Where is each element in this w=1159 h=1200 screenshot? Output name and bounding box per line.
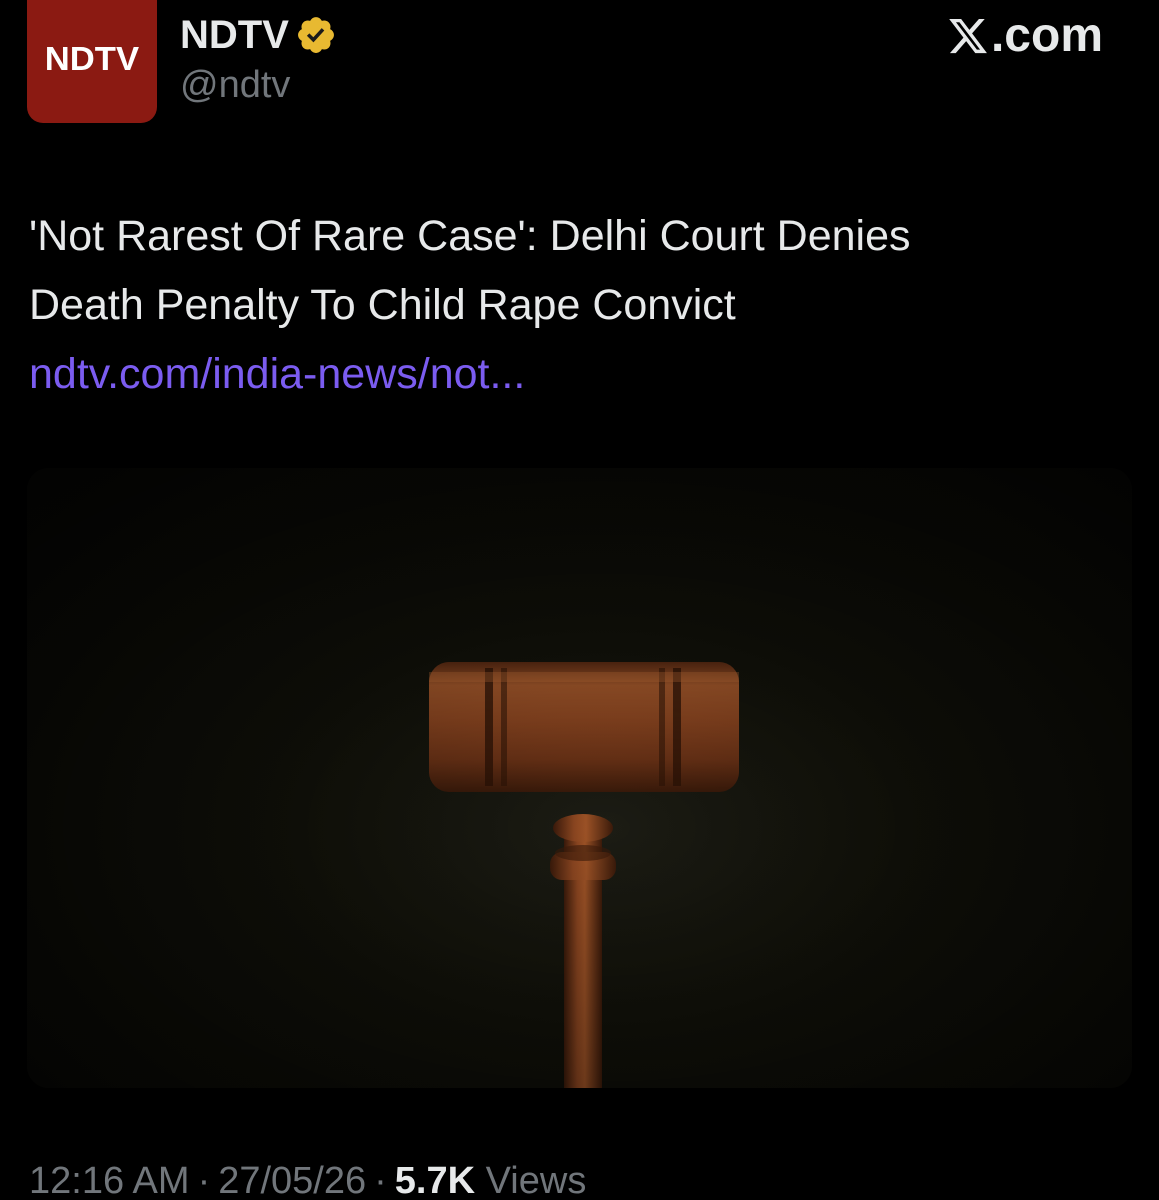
author-display-name[interactable]: NDTV: [180, 15, 289, 55]
meta-separator: ·: [374, 1160, 387, 1200]
tweet-link[interactable]: ndtv.com/india-news/not...: [29, 340, 1129, 409]
brand-domain-text: .com: [990, 9, 1103, 62]
tweet-date[interactable]: 27/05/26: [218, 1160, 366, 1200]
ndtv-logo: NDTV: [44, 39, 140, 77]
views-label: Views: [485, 1160, 587, 1200]
verified-badge-icon: [297, 17, 334, 53]
author-handle[interactable]: @ndtv: [180, 66, 290, 104]
gavel-illustration: [27, 468, 1132, 1088]
author-name-row[interactable]: NDTV: [180, 10, 337, 60]
tweet-meta: 12:16 AM · 27/05/26 · 5.7K Views: [29, 1162, 586, 1200]
x-logo-icon: [949, 18, 987, 54]
tweet-text: 'Not Rarest Of Rare Case': Delhi Court D…: [29, 202, 1129, 409]
tweet-text-line: Death Penalty To Child Rape Convict: [29, 281, 736, 329]
tweet-media-image[interactable]: [27, 468, 1132, 1088]
x-com-brand: .com: [947, 8, 1103, 64]
tweet-time[interactable]: 12:16 AM: [29, 1160, 190, 1200]
views-count: 5.7K: [394, 1160, 476, 1200]
avatar[interactable]: NDTV: [27, 0, 157, 123]
meta-separator: ·: [197, 1160, 211, 1200]
tweet-text-line: 'Not Rarest Of Rare Case': Delhi Court D…: [29, 212, 911, 260]
